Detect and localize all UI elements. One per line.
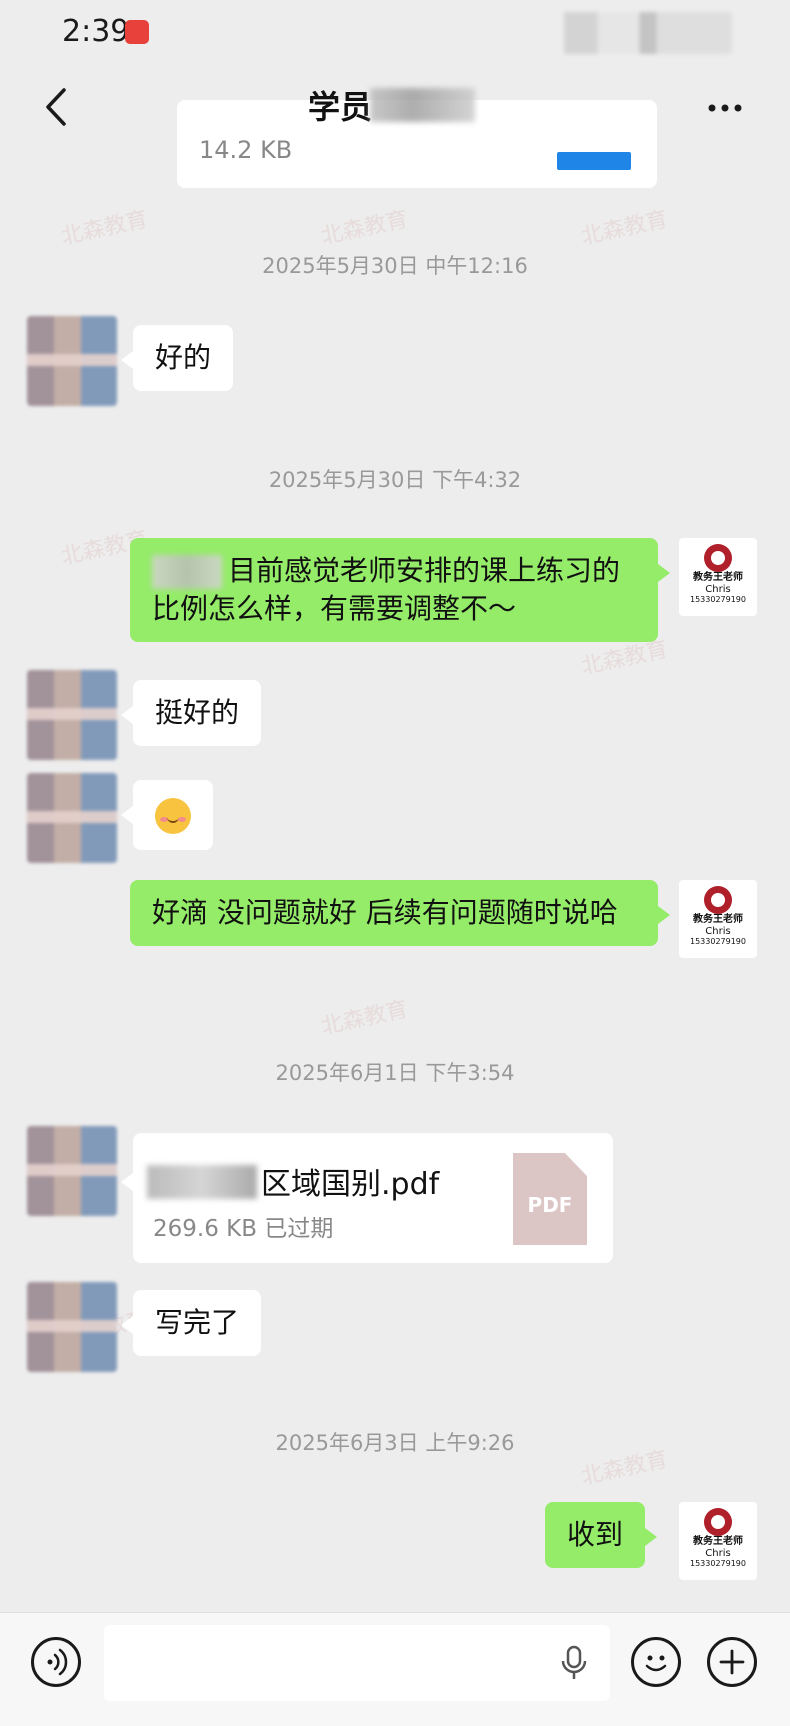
message-text: 目前感觉老师安排的课上练习的比例怎么样，有需要调整不～ [152, 554, 621, 625]
avatar-phone: 15330279190 [690, 937, 746, 946]
microphone-icon [561, 1645, 587, 1679]
watermark: 北森教育 [578, 207, 671, 250]
smiling-face-emoji-icon [155, 798, 191, 834]
input-bar [0, 1612, 790, 1726]
message-bubble-incoming[interactable]: 写完了 [120, 1290, 262, 1356]
file-name: 区域国别.pdf [261, 1167, 440, 1202]
logo-icon [704, 544, 732, 572]
avatar-phone: 15330279190 [690, 595, 746, 604]
message-timestamp: 2025年5月30日 下午4:32 [268, 468, 522, 492]
file-message-card[interactable]: 区域国别.pdf 269.6 KB 已过期 PDF [121, 1133, 613, 1263]
status-icons-blurred [564, 12, 732, 54]
self-avatar[interactable]: 教务王老师 Chris 15330279190 [679, 538, 757, 616]
avatar-english-name: Chris [705, 926, 731, 937]
message-bubble-outgoing[interactable]: 收到 [545, 1502, 658, 1568]
redacted-name [152, 555, 222, 589]
smiley-icon [645, 1655, 667, 1672]
self-avatar[interactable]: 教务王老师 Chris 15330279190 [679, 1502, 757, 1580]
watermark: 北森教育 [58, 207, 151, 250]
voice-icon [47, 1648, 68, 1676]
chevron-left-icon [46, 88, 66, 126]
message-timestamp: 2025年6月3日 上午9:26 [275, 1431, 515, 1455]
microphone-button[interactable] [559, 1643, 589, 1683]
message-bubble-incoming[interactable]: 挺好的 [120, 680, 262, 746]
avatar-english-name: Chris [705, 584, 731, 595]
contact-avatar[interactable] [27, 773, 117, 863]
file-meta: 269.6 KB 已过期 [153, 1216, 334, 1242]
contact-avatar[interactable] [27, 1282, 117, 1372]
back-button[interactable] [38, 82, 78, 132]
status-bar: 2:39 [0, 0, 790, 70]
more-dots-icon [708, 104, 742, 112]
emoji-button[interactable] [631, 1637, 681, 1687]
plus-icon [719, 1649, 745, 1675]
notification-badge-icon [125, 20, 149, 44]
pdf-icon-label: PDF [527, 1193, 573, 1217]
self-avatar[interactable]: 教务王老师 Chris 15330279190 [679, 880, 757, 958]
avatar-english-name: Chris [705, 1548, 731, 1559]
chat-title: 学员 [308, 88, 373, 126]
chat-title-redacted [370, 88, 475, 122]
avatar-name: 教务王老师 [693, 914, 743, 925]
contact-avatar[interactable] [27, 316, 117, 406]
message-bubble-incoming[interactable]: 好的 [120, 325, 234, 391]
redacted-file-prefix [147, 1165, 257, 1199]
status-time: 2:39 [62, 14, 130, 49]
message-text: 好的 [155, 341, 212, 374]
contact-avatar[interactable] [27, 670, 117, 760]
message-input[interactable] [104, 1625, 610, 1701]
message-timestamp: 2025年5月30日 中午12:16 [262, 254, 528, 278]
message-timestamp: 2025年6月1日 下午3:54 [275, 1061, 515, 1085]
message-bubble-incoming[interactable] [121, 780, 213, 850]
contact-avatar[interactable] [27, 1126, 117, 1216]
navigation-bar: 学员 [0, 70, 790, 148]
logo-icon [704, 886, 732, 914]
message-text: 好滴 没问题就好 后续有问题随时说哈 [152, 896, 618, 929]
message-text: 写完了 [155, 1306, 240, 1339]
watermark: 北森教育 [318, 997, 411, 1040]
message-bubble-outgoing[interactable]: 好滴 没问题就好 后续有问题随时说哈 [130, 880, 670, 946]
chat-screen: 北森教育 北森教育 北森教育 北森教育 北森教育 北森教育 北森教育 北森教育 … [0, 0, 790, 1726]
plus-button[interactable] [707, 1637, 757, 1687]
more-button[interactable] [700, 88, 750, 128]
avatar-name: 教务王老师 [693, 572, 743, 583]
avatar-phone: 15330279190 [690, 1559, 746, 1568]
voice-button[interactable] [31, 1637, 81, 1687]
watermark: 北森教育 [318, 207, 411, 250]
file-thumbnail [557, 152, 631, 170]
message-bubble-outgoing[interactable]: 目前感觉老师安排的课上练习的比例怎么样，有需要调整不～ [130, 538, 670, 642]
message-text: 挺好的 [155, 696, 240, 729]
pdf-file-icon: PDF [513, 1153, 587, 1245]
message-text: 收到 [567, 1518, 624, 1551]
avatar-name: 教务王老师 [693, 1536, 743, 1547]
logo-icon [704, 1508, 732, 1536]
